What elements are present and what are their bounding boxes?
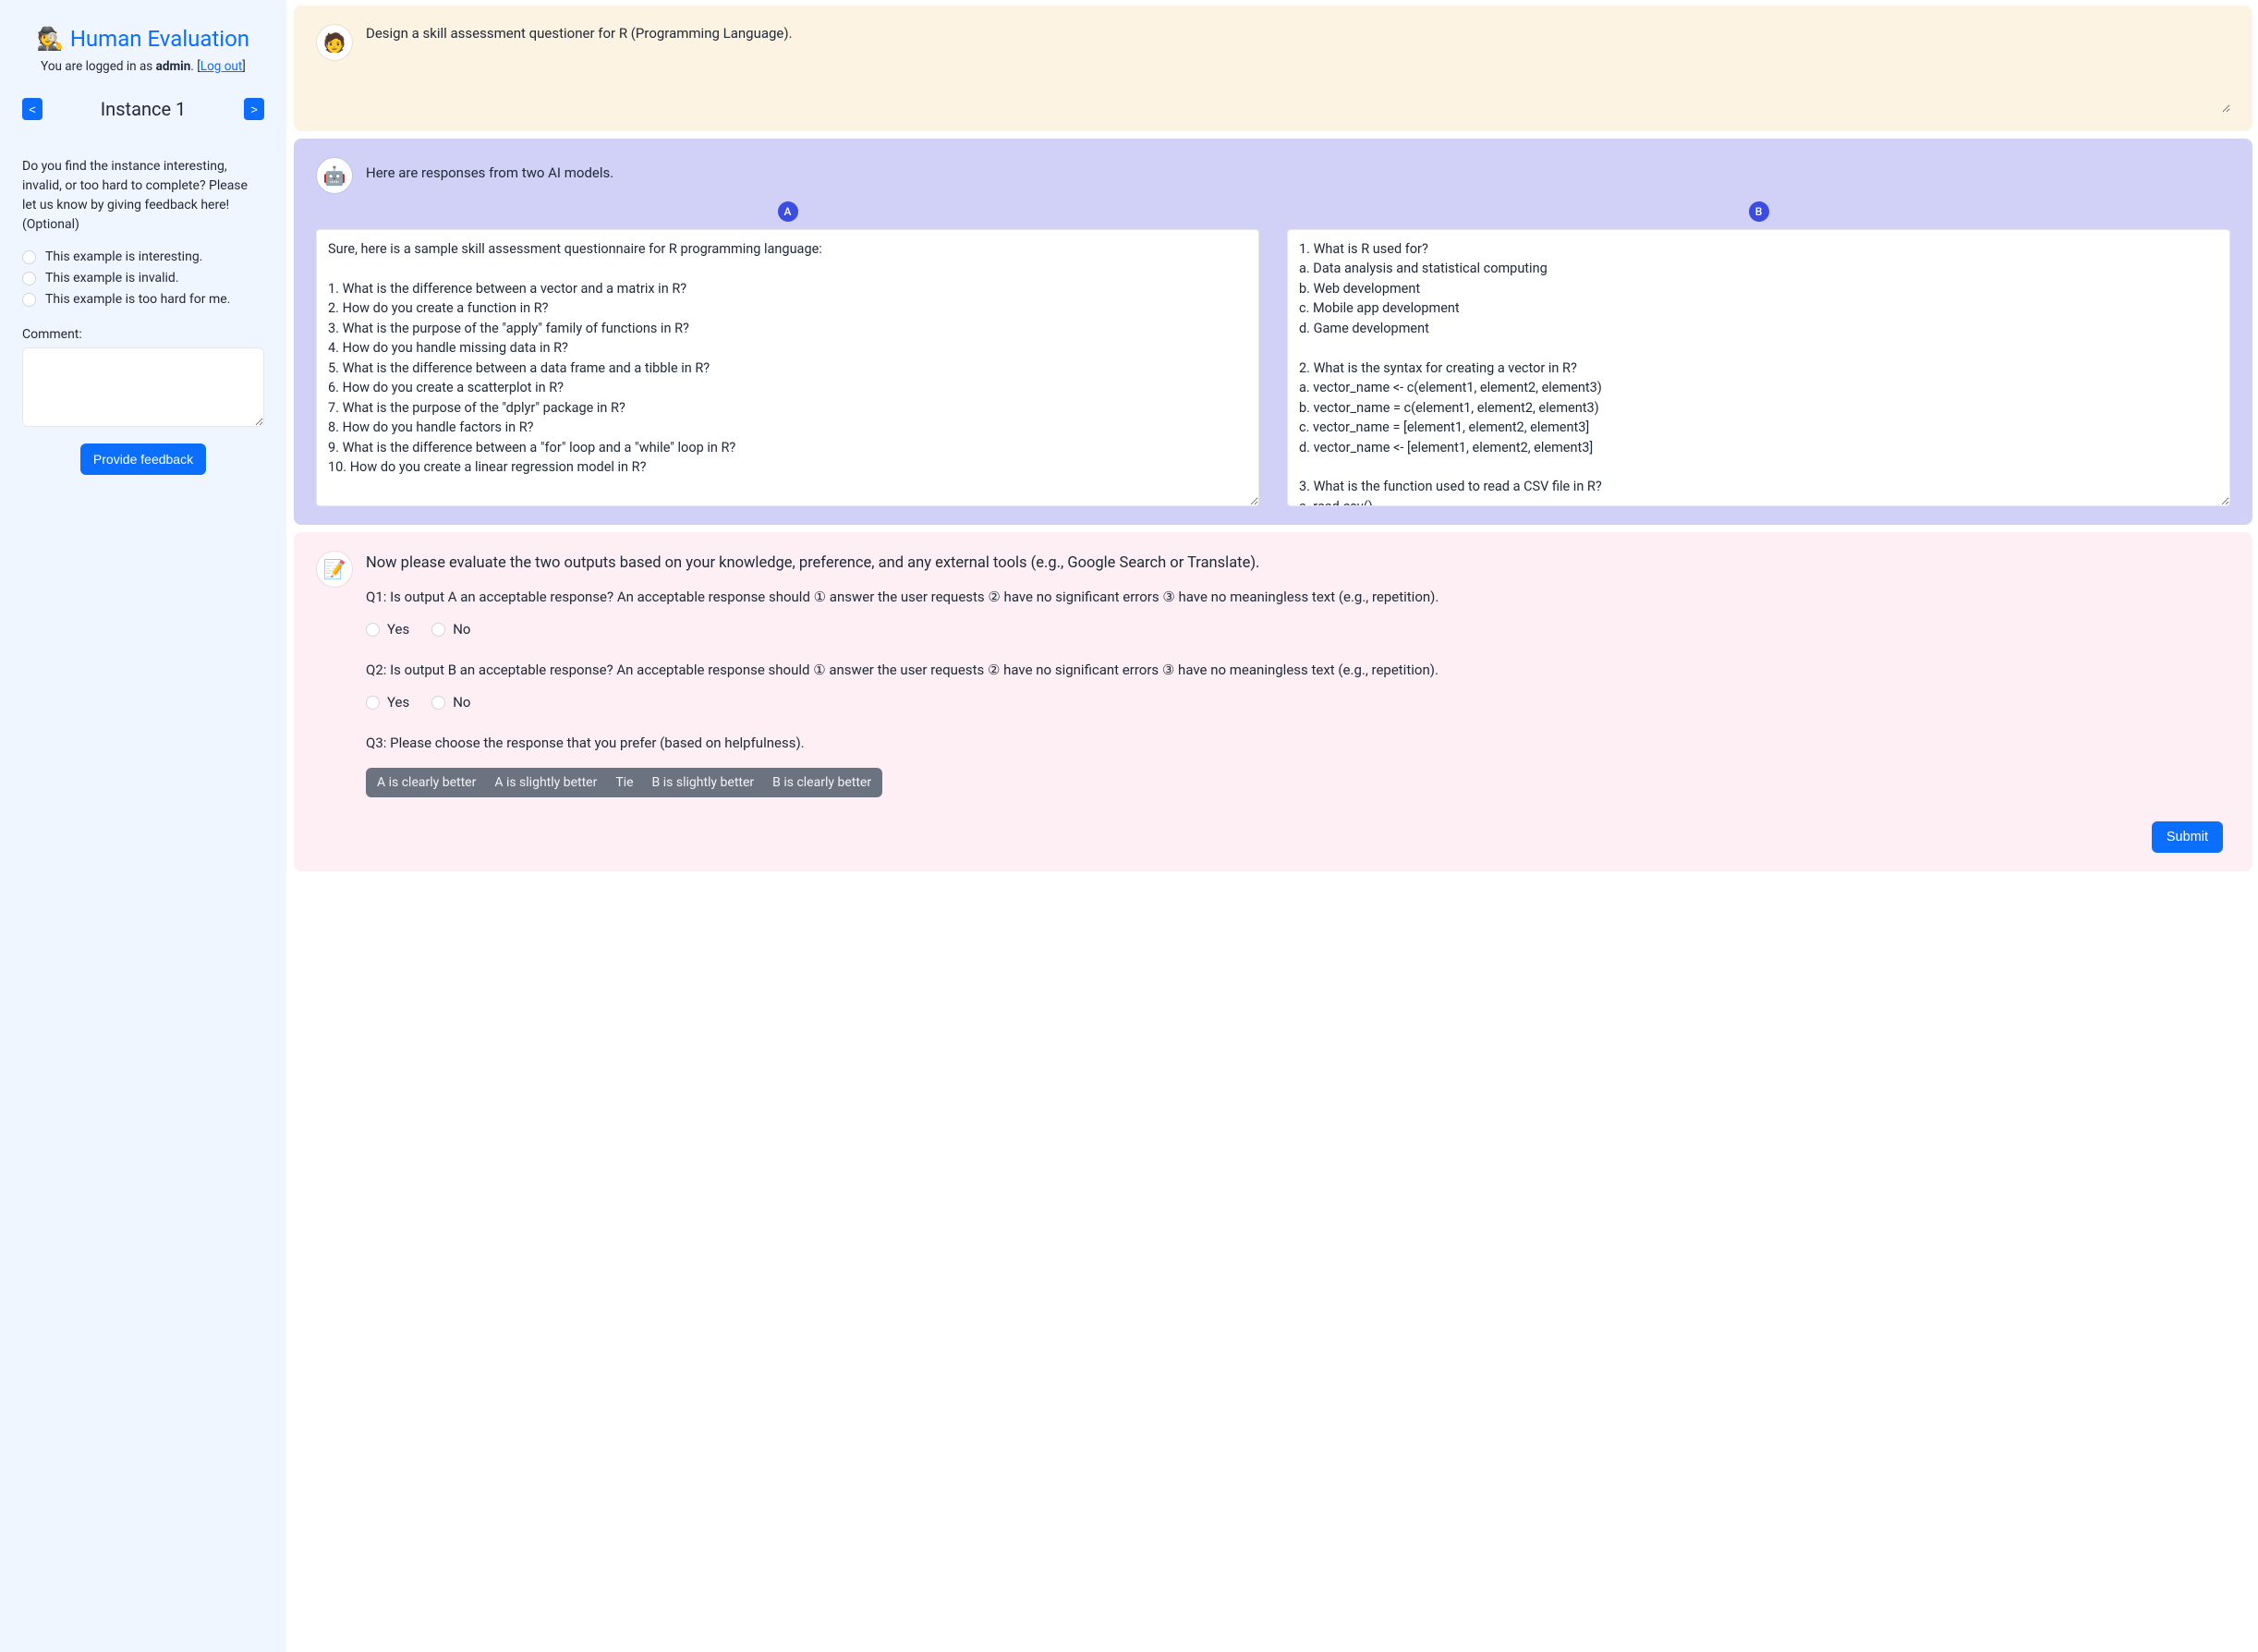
eval-title: Now please evaluate the two outputs base… <box>366 553 2230 576</box>
q2-no[interactable]: No <box>431 694 470 711</box>
model-b-textarea[interactable] <box>1287 229 2230 506</box>
no-label: No <box>453 694 470 711</box>
prev-instance-button[interactable]: < <box>22 98 42 120</box>
radio-icon[interactable] <box>22 272 36 285</box>
detective-icon: 🕵️ <box>37 26 65 52</box>
comment-label: Comment: <box>22 327 264 342</box>
main: 🧑 🤖 Here are responses from two AI model… <box>286 0 2258 1652</box>
radio-icon[interactable] <box>366 623 380 637</box>
question-1: Q1: Is output A an acceptable response? … <box>366 587 2230 608</box>
robot-avatar-icon: 🤖 <box>316 157 353 194</box>
login-prefix: You are logged in as <box>41 59 155 74</box>
feedback-option-interesting[interactable]: This example is interesting. <box>22 249 264 264</box>
q2-options: Yes No <box>366 694 2230 711</box>
pref-b-clearly[interactable]: B is clearly better <box>772 775 871 790</box>
model-b-column: B <box>1287 201 2230 506</box>
instance-label: Instance 1 <box>101 98 187 120</box>
login-sep: . [ <box>190 59 200 74</box>
q2-yes[interactable]: Yes <box>366 694 409 711</box>
model-a-column: A <box>316 201 1259 506</box>
feedback-option-invalid[interactable]: This example is invalid. <box>22 271 264 285</box>
no-label: No <box>453 621 470 638</box>
pref-a-clearly[interactable]: A is clearly better <box>377 775 476 790</box>
radio-icon[interactable] <box>431 623 445 637</box>
pref-a-slightly[interactable]: A is slightly better <box>494 775 597 790</box>
pref-tie[interactable]: Tie <box>615 775 633 790</box>
page-title: 🕵️Human Evaluation <box>22 26 264 52</box>
title-text: Human Evaluation <box>70 26 249 52</box>
model-a-badge: A <box>778 201 798 222</box>
instance-nav: < Instance 1 > <box>22 98 264 120</box>
pref-b-slightly[interactable]: B is slightly better <box>652 775 755 790</box>
memo-avatar-icon: 📝 <box>316 551 353 588</box>
radio-icon[interactable] <box>22 250 36 264</box>
provide-feedback-button[interactable]: Provide feedback <box>80 443 206 475</box>
prompt-textarea[interactable] <box>366 24 2230 113</box>
radio-icon[interactable] <box>366 696 380 710</box>
submit-button[interactable]: Submit <box>2152 821 2223 853</box>
preference-bar: A is clearly better A is slightly better… <box>366 768 882 797</box>
sidebar: 🕵️Human Evaluation You are logged in as … <box>0 0 286 1652</box>
feedback-option-toohard[interactable]: This example is too hard for me. <box>22 292 264 307</box>
q1-yes[interactable]: Yes <box>366 621 409 638</box>
login-close: ] <box>242 59 246 74</box>
model-a-textarea[interactable] <box>316 229 1259 506</box>
model-b-badge: B <box>1749 201 1769 222</box>
radio-icon[interactable] <box>22 293 36 307</box>
feedback-intro: Do you find the instance interesting, in… <box>22 157 264 235</box>
models-panel: 🤖 Here are responses from two AI models.… <box>294 139 2252 525</box>
models-intro: Here are responses from two AI models. <box>366 157 2230 181</box>
eval-panel: 📝 Now please evaluate the two outputs ba… <box>294 532 2252 871</box>
next-instance-button[interactable]: > <box>244 98 264 120</box>
prompt-panel: 🧑 <box>294 6 2252 131</box>
yes-label: Yes <box>387 694 409 711</box>
q1-options: Yes No <box>366 621 2230 638</box>
option-label: This example is too hard for me. <box>45 292 230 307</box>
question-3: Q3: Please choose the response that you … <box>366 733 2230 754</box>
login-user: admin <box>156 59 191 74</box>
login-info: You are logged in as admin. [Log out] <box>22 59 264 74</box>
radio-icon[interactable] <box>431 696 445 710</box>
option-label: This example is invalid. <box>45 271 179 285</box>
yes-label: Yes <box>387 621 409 638</box>
logout-link[interactable]: Log out <box>200 59 242 74</box>
user-avatar-icon: 🧑 <box>316 24 353 61</box>
comment-textarea[interactable] <box>22 347 264 427</box>
q1-no[interactable]: No <box>431 621 470 638</box>
option-label: This example is interesting. <box>45 249 202 264</box>
question-2: Q2: Is output B an acceptable response? … <box>366 660 2230 681</box>
